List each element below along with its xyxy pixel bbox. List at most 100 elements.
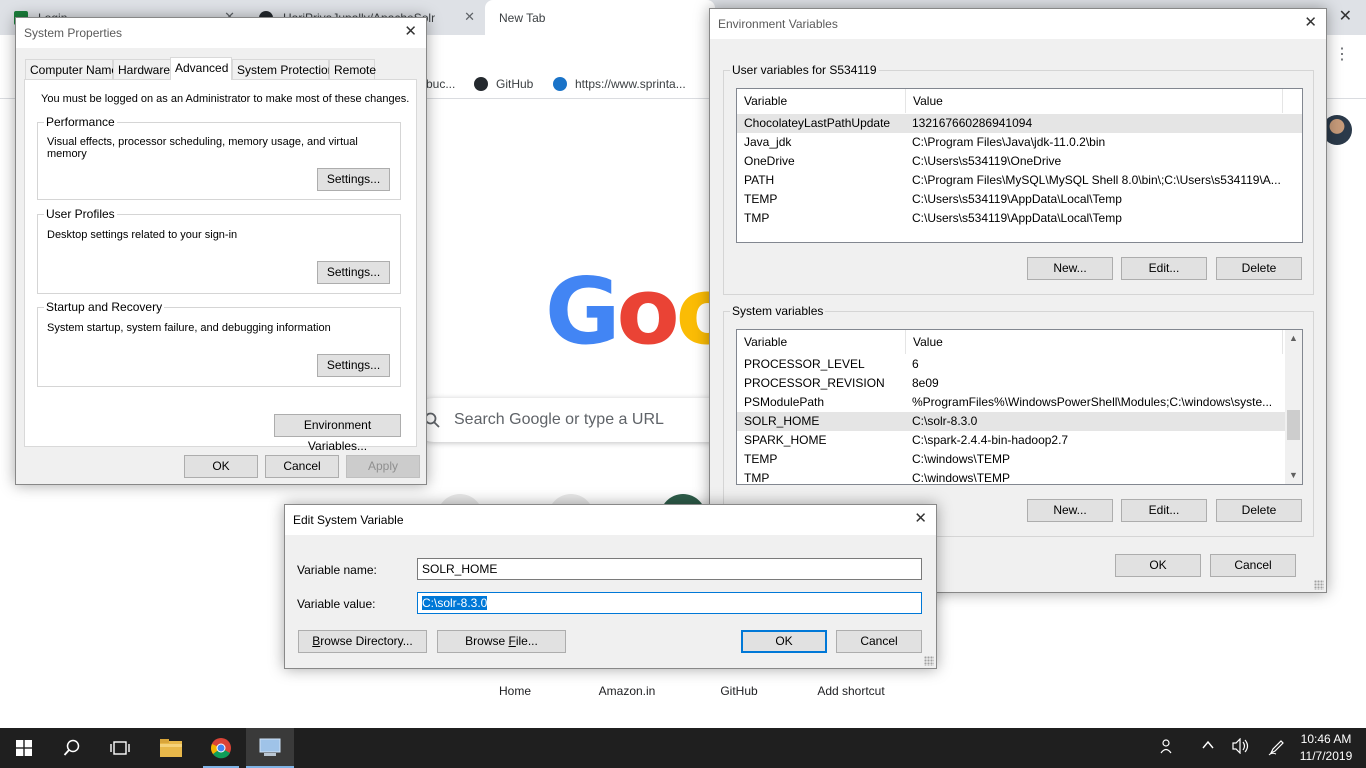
taskbar-clock[interactable]: 10:46 AM 11/7/2019 bbox=[1296, 731, 1356, 765]
shortcut-label-home[interactable]: Home bbox=[465, 684, 565, 698]
startup-settings-button[interactable]: Settings... bbox=[317, 354, 390, 377]
google-logo: Goo bbox=[545, 258, 739, 365]
tab-close-icon[interactable]: ✕ bbox=[464, 9, 475, 25]
cancel-button[interactable]: Cancel bbox=[1210, 554, 1296, 577]
search-placeholder: Search Google or type a URL bbox=[454, 411, 664, 428]
system-variables-list[interactable]: Variable Value PROCESSOR_LEVEL 6 PROCESSO… bbox=[736, 329, 1303, 485]
performance-settings-button[interactable]: Settings... bbox=[317, 168, 390, 191]
table-row[interactable]: PROCESSOR_LEVEL 6 bbox=[737, 355, 1302, 374]
scroll-thumb[interactable] bbox=[1287, 410, 1300, 440]
bookmark-label: GitHub bbox=[496, 77, 534, 91]
pen-icon[interactable] bbox=[1268, 738, 1286, 759]
table-row[interactable]: PSModulePath %ProgramFiles%\WindowsPowerS… bbox=[737, 393, 1302, 412]
taskbar: 10:46 AM 11/7/2019 bbox=[0, 728, 1366, 768]
dialog-title-bar: Edit System Variable bbox=[285, 505, 936, 535]
vertical-scrollbar[interactable]: ▲ ▼ bbox=[1285, 330, 1302, 484]
user-variables-group: User variables for S534119 Variable Valu… bbox=[723, 63, 1314, 295]
system-edit-button[interactable]: Edit... bbox=[1121, 499, 1207, 522]
tab-remote[interactable]: Remote bbox=[329, 59, 376, 79]
tab-hardware[interactable]: Hardware bbox=[113, 59, 171, 79]
tab-system-protection[interactable]: System Protection bbox=[232, 59, 334, 79]
user-variables-list[interactable]: Variable Value ChocolateyLastPathUpdate 1… bbox=[736, 88, 1303, 243]
column-header-value[interactable]: Value bbox=[906, 89, 1283, 113]
browse-directory-button[interactable]: Browse Directory... bbox=[298, 630, 427, 653]
ok-button[interactable]: OK bbox=[1115, 554, 1201, 577]
sprint-icon bbox=[553, 77, 567, 91]
ok-button[interactable]: OK bbox=[184, 455, 258, 478]
bookmark-sprinta[interactable]: https://www.sprinta... bbox=[553, 77, 686, 91]
environment-variables-button[interactable]: Environment Variables... bbox=[274, 414, 401, 453]
user-edit-button[interactable]: Edit... bbox=[1121, 257, 1207, 280]
table-row[interactable]: OneDrive C:\Users\s534119\OneDrive bbox=[737, 152, 1302, 171]
chrome-icon[interactable] bbox=[197, 728, 245, 768]
advanced-tab-panel: You must be logged on as an Administrato… bbox=[24, 79, 417, 453]
browse-file-button[interactable]: Browse File... bbox=[437, 630, 566, 653]
system-properties-dialog: System Properties ✕ Computer Name Hardwa… bbox=[15, 17, 427, 485]
browser-close-icon[interactable]: ✕ bbox=[1339, 6, 1352, 26]
group-title: User variables for S534119 bbox=[730, 63, 879, 77]
table-row[interactable]: ChocolateyLastPathUpdate 1321676602869410… bbox=[737, 114, 1302, 133]
table-row[interactable]: Java_jdk C:\Program Files\Java\jdk-11.0.2… bbox=[737, 133, 1302, 152]
close-icon[interactable]: ✕ bbox=[914, 510, 927, 528]
list-header: Variable Value bbox=[737, 89, 1302, 113]
column-header-variable[interactable]: Variable bbox=[737, 330, 906, 354]
volume-icon[interactable] bbox=[1232, 737, 1250, 757]
variable-name-label: Variable name: bbox=[297, 563, 377, 577]
clock-time: 10:46 AM bbox=[1300, 732, 1352, 746]
variable-value-text: C:\solr-8.3.0 bbox=[422, 596, 488, 610]
table-row[interactable]: PATH C:\Program Files\MySQL\MySQL Shell 8… bbox=[737, 171, 1302, 190]
table-row[interactable]: PROCESSOR_REVISION 8e09 bbox=[737, 374, 1302, 393]
clock-date: 11/7/2019 bbox=[1299, 749, 1353, 763]
close-icon[interactable]: ✕ bbox=[1304, 14, 1317, 32]
system-properties-icon[interactable] bbox=[246, 728, 294, 768]
resize-grip-icon[interactable] bbox=[924, 656, 934, 666]
bookmark-github[interactable]: GitHub bbox=[474, 77, 533, 91]
shortcut-label-amazon[interactable]: Amazon.in bbox=[577, 684, 677, 698]
group-title: System variables bbox=[730, 304, 826, 318]
table-row[interactable]: TMP C:\windows\TEMP bbox=[737, 469, 1302, 484]
shortcut-label-github[interactable]: GitHub bbox=[689, 684, 789, 698]
cancel-button[interactable]: Cancel bbox=[265, 455, 339, 478]
search-box[interactable]: Search Google or type a URL bbox=[412, 398, 732, 442]
table-row[interactable]: TMP C:\Users\s534119\AppData\Local\Temp bbox=[737, 209, 1302, 228]
user-delete-button[interactable]: Delete bbox=[1216, 257, 1302, 280]
column-header-variable[interactable]: Variable bbox=[737, 89, 906, 113]
close-icon[interactable]: ✕ bbox=[404, 23, 417, 41]
chevron-up-icon[interactable] bbox=[1201, 738, 1215, 755]
apply-button[interactable]: Apply bbox=[346, 455, 420, 478]
resize-grip-icon[interactable] bbox=[1314, 580, 1324, 590]
ok-button[interactable]: OK bbox=[741, 630, 827, 653]
system-delete-button[interactable]: Delete bbox=[1216, 499, 1302, 522]
tab-advanced[interactable]: Advanced bbox=[170, 57, 232, 80]
variable-value-field[interactable]: C:\solr-8.3.0 bbox=[417, 592, 922, 614]
variable-name-field[interactable]: SOLR_HOME bbox=[417, 558, 922, 580]
search-icon[interactable] bbox=[48, 728, 96, 768]
shortcut-label-add[interactable]: Add shortcut bbox=[801, 684, 901, 698]
table-row[interactable]: TEMP C:\windows\TEMP bbox=[737, 450, 1302, 469]
dialog-title-bar: Environment Variables bbox=[710, 9, 1326, 39]
cancel-button[interactable]: Cancel bbox=[836, 630, 922, 653]
user-profiles-settings-button[interactable]: Settings... bbox=[317, 261, 390, 284]
dialog-title-bar: System Properties bbox=[16, 18, 426, 48]
system-new-button[interactable]: New... bbox=[1027, 499, 1113, 522]
people-icon[interactable] bbox=[1160, 738, 1176, 757]
task-view-icon[interactable] bbox=[96, 728, 144, 768]
bookmark-item[interactable]: buc... bbox=[426, 77, 455, 91]
scroll-down-icon[interactable]: ▼ bbox=[1285, 467, 1302, 484]
group-description: Visual effects, processor scheduling, me… bbox=[47, 136, 358, 160]
tab-computer-name[interactable]: Computer Name bbox=[25, 59, 118, 79]
table-row-selected[interactable]: SOLR_HOME C:\solr-8.3.0 bbox=[737, 412, 1302, 431]
column-header-value[interactable]: Value bbox=[906, 330, 1283, 354]
browser-tab-new-tab[interactable]: New Tab bbox=[485, 0, 715, 35]
file-explorer-icon[interactable] bbox=[147, 728, 195, 768]
windows-start-icon[interactable] bbox=[0, 728, 48, 768]
scroll-up-icon[interactable]: ▲ bbox=[1285, 330, 1302, 347]
user-new-button[interactable]: New... bbox=[1027, 257, 1113, 280]
group-title: User Profiles bbox=[44, 207, 117, 221]
dialog-title: System Properties bbox=[24, 26, 123, 40]
table-row[interactable]: SPARK_HOME C:\spark-2.4.4-bin-hadoop2.7 bbox=[737, 431, 1302, 450]
browser-menu-icon[interactable]: ⋮ bbox=[1334, 44, 1350, 64]
group-description: Desktop settings related to your sign-in bbox=[47, 229, 238, 241]
edit-system-variable-dialog: Edit System Variable ✕ Variable name: SO… bbox=[284, 504, 937, 669]
table-row[interactable]: TEMP C:\Users\s534119\AppData\Local\Temp bbox=[737, 190, 1302, 209]
